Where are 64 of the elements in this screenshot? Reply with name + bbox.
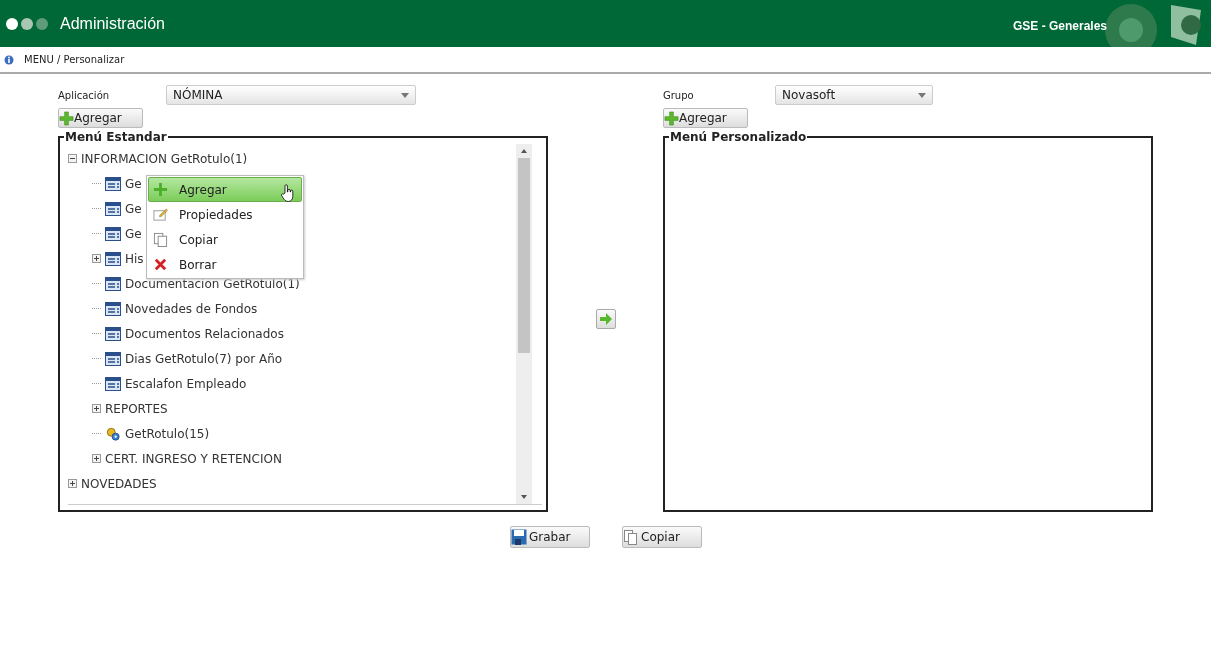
panel-title: Menú Estandar <box>64 130 168 144</box>
field-label: Grupo <box>663 89 695 101</box>
module-title: GSE - Generales <box>1012 19 1107 33</box>
copy-icon <box>153 232 168 247</box>
plus-icon <box>153 182 168 197</box>
tree-item[interactable]: Novedades de Fondos <box>125 301 258 316</box>
tree-item[interactable]: INFORMACION GetRotulo(1) <box>81 151 248 166</box>
expand-icon[interactable] <box>92 404 101 413</box>
form-icon <box>105 226 121 241</box>
expand-icon[interactable] <box>68 479 77 488</box>
tree-item[interactable]: Escalafon Empleado <box>125 376 247 391</box>
dot-icon <box>36 17 48 30</box>
copy-icon <box>623 529 639 545</box>
tree-item[interactable]: Documentos Relacionados <box>125 326 284 341</box>
tree-item[interactable]: Ge <box>125 176 142 191</box>
dot-icon <box>21 17 33 30</box>
form-icon <box>105 326 121 341</box>
expand-icon[interactable] <box>92 254 101 263</box>
menu-item[interactable]: Propiedades <box>148 202 302 227</box>
panel-title: Menú Personalizado <box>669 130 808 144</box>
menu-item[interactable]: Borrar <box>148 252 302 277</box>
collapse-icon[interactable] <box>68 154 77 163</box>
tree-item[interactable]: Ge <box>125 226 142 241</box>
menu-item[interactable]: Agregar <box>148 177 302 202</box>
scroll-up-icon[interactable] <box>521 149 527 153</box>
caret-icon <box>918 92 926 98</box>
tree-item[interactable]: GetRotulo(15) <box>125 426 210 441</box>
form-icon <box>105 376 121 391</box>
save-button[interactable]: Grabar <box>510 526 590 548</box>
caret-icon <box>401 92 409 98</box>
move-right-button[interactable] <box>595 309 616 329</box>
gears-icon <box>105 426 121 441</box>
plus-icon <box>664 110 679 126</box>
plus-icon <box>59 110 74 126</box>
scrollbar[interactable] <box>516 144 532 504</box>
hand-cursor-icon <box>281 184 295 202</box>
scroll-down-icon[interactable] <box>521 495 527 499</box>
tree-item[interactable]: His <box>125 251 144 266</box>
breadcrumb: MENU / Personalizar <box>24 54 125 65</box>
application-dropdown[interactable]: NÓMINA <box>166 85 416 105</box>
form-icon <box>105 351 121 366</box>
tree-item[interactable]: Ge <box>125 201 142 216</box>
tree-item[interactable]: CERT. INGRESO Y RETENCION <box>105 451 282 466</box>
form-icon <box>105 176 121 191</box>
info-icon <box>4 54 14 65</box>
copy-button[interactable]: Copiar <box>622 526 702 548</box>
tree-item[interactable]: REPORTES <box>105 401 168 416</box>
form-icon <box>105 201 121 216</box>
tree-item[interactable]: NOVEDADES <box>81 476 157 491</box>
form-icon <box>105 251 121 266</box>
group-dropdown[interactable]: Novasoft <box>775 85 933 105</box>
dot-icon <box>6 17 18 30</box>
expand-icon[interactable] <box>92 454 101 463</box>
tree-item[interactable]: Documentacion GetRotulo(1) <box>125 276 300 291</box>
form-icon <box>105 301 121 316</box>
field-label: Aplicación <box>58 89 111 101</box>
edit-form-icon <box>153 207 168 222</box>
add-button[interactable]: Agregar <box>663 108 748 128</box>
menu-item[interactable]: Copiar <box>148 227 302 252</box>
app-title: Administración <box>60 14 165 33</box>
delete-icon <box>153 257 168 272</box>
form-icon <box>105 276 121 291</box>
tree-item[interactable]: Dias GetRotulo(7) por Año <box>125 351 283 366</box>
add-button[interactable]: Agregar <box>58 108 143 128</box>
